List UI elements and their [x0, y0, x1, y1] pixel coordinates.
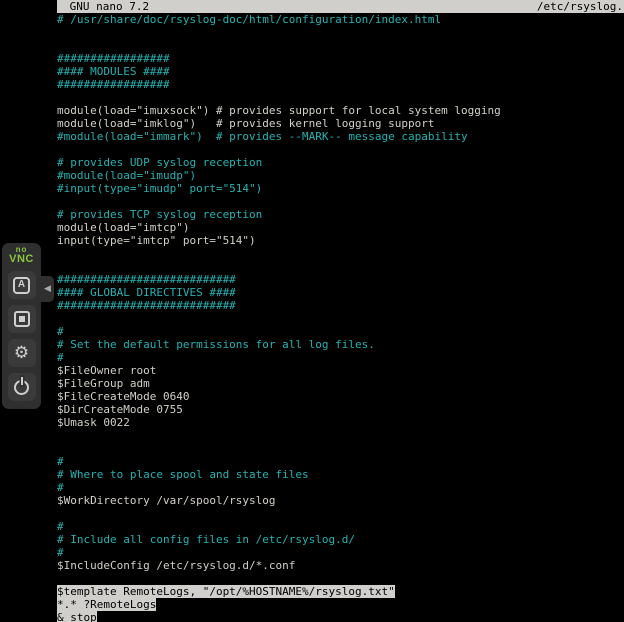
editor-line: [57, 195, 624, 208]
editor-line: $WorkDirectory /var/spool/rsyslog: [57, 494, 624, 507]
editor-line: input(type="imtcp" port="514"): [57, 234, 624, 247]
nano-titlebar: GNU nano 7.2 /etc/rsyslog.: [57, 0, 624, 13]
editor-lines[interactable]: # /usr/share/doc/rsyslog-doc/html/config…: [57, 13, 624, 622]
editor-line: [57, 26, 624, 39]
editor-line: $FileOwner root: [57, 364, 624, 377]
settings-button[interactable]: ⚙: [8, 339, 36, 367]
editor-line: module(load="imuxsock") # provides suppo…: [57, 104, 624, 117]
editor-line: #### GLOBAL DIRECTIVES ####: [57, 286, 624, 299]
editor-line: $DirCreateMode 0755: [57, 403, 624, 416]
fullscreen-button[interactable]: [8, 305, 36, 333]
editor-line: $template RemoteLogs, "/opt/%HOSTNAME%/r…: [57, 585, 624, 598]
editor-line: [57, 429, 624, 442]
power-icon: [14, 380, 29, 395]
editor-line: ###########################: [57, 273, 624, 286]
editor-line: # provides TCP syslog reception: [57, 208, 624, 221]
editor-line: [57, 39, 624, 52]
editor-line: #: [57, 351, 624, 364]
editor-line: #: [57, 325, 624, 338]
editor-line: [57, 312, 624, 325]
novnc-logo: no VNC: [2, 246, 41, 265]
editor-line: [57, 507, 624, 520]
terminal-window[interactable]: GNU nano 7.2 /etc/rsyslog. # /usr/share/…: [57, 0, 624, 622]
novnc-logo-vnc: VNC: [2, 254, 41, 265]
chevron-left-icon: ◀: [44, 284, 51, 294]
editor-line: #input(type="imudp" port="514"): [57, 182, 624, 195]
editor-line: module(load="imklog") # provides kernel …: [57, 117, 624, 130]
editor-line: $Umask 0022: [57, 416, 624, 429]
editor-line: [57, 442, 624, 455]
editor-line: #module(load="imudp"): [57, 169, 624, 182]
power-button[interactable]: [8, 373, 36, 401]
editor-line: # Where to place spool and state files: [57, 468, 624, 481]
editor-line: $FileGroup adm: [57, 377, 624, 390]
editor-line: module(load="imtcp"): [57, 221, 624, 234]
editor-line: #################: [57, 52, 624, 65]
editor-line: [57, 247, 624, 260]
fullscreen-icon: [14, 311, 30, 327]
gear-icon: ⚙: [14, 345, 29, 362]
clipboard-icon: A: [13, 277, 30, 294]
editor-line: [57, 91, 624, 104]
nano-app-title: GNU nano 7.2: [63, 0, 149, 13]
novnc-control-bar: no VNC A ⚙: [2, 243, 41, 409]
editor-line: [57, 143, 624, 156]
editor-line: #module(load="immark") # provides --MARK…: [57, 130, 624, 143]
editor-line: # /usr/share/doc/rsyslog-doc/html/config…: [57, 13, 624, 26]
editor-line: # Include all config files in /etc/rsysl…: [57, 533, 624, 546]
nano-file-path: /etc/rsyslog.: [537, 0, 624, 13]
editor-line: $FileCreateMode 0640: [57, 390, 624, 403]
editor-line: #: [57, 520, 624, 533]
editor-line: & stop: [57, 611, 624, 622]
clipboard-button[interactable]: A: [8, 271, 36, 299]
editor-line: *.* ?RemoteLogs: [57, 598, 624, 611]
editor-line: [57, 260, 624, 273]
editor-line: $IncludeConfig /etc/rsyslog.d/*.conf: [57, 559, 624, 572]
editor-line: ###########################: [57, 299, 624, 312]
vnc-viewport: GNU nano 7.2 /etc/rsyslog. # /usr/share/…: [0, 0, 624, 622]
editor-line: # Set the default permissions for all lo…: [57, 338, 624, 351]
editor-line: # provides UDP syslog reception: [57, 156, 624, 169]
editor-line: [57, 572, 624, 585]
editor-line: #### MODULES ####: [57, 65, 624, 78]
editor-line: #################: [57, 78, 624, 91]
editor-line: #: [57, 455, 624, 468]
editor-line: #: [57, 546, 624, 559]
editor-line: #: [57, 481, 624, 494]
control-bar-collapse-handle[interactable]: ◀: [41, 276, 54, 302]
